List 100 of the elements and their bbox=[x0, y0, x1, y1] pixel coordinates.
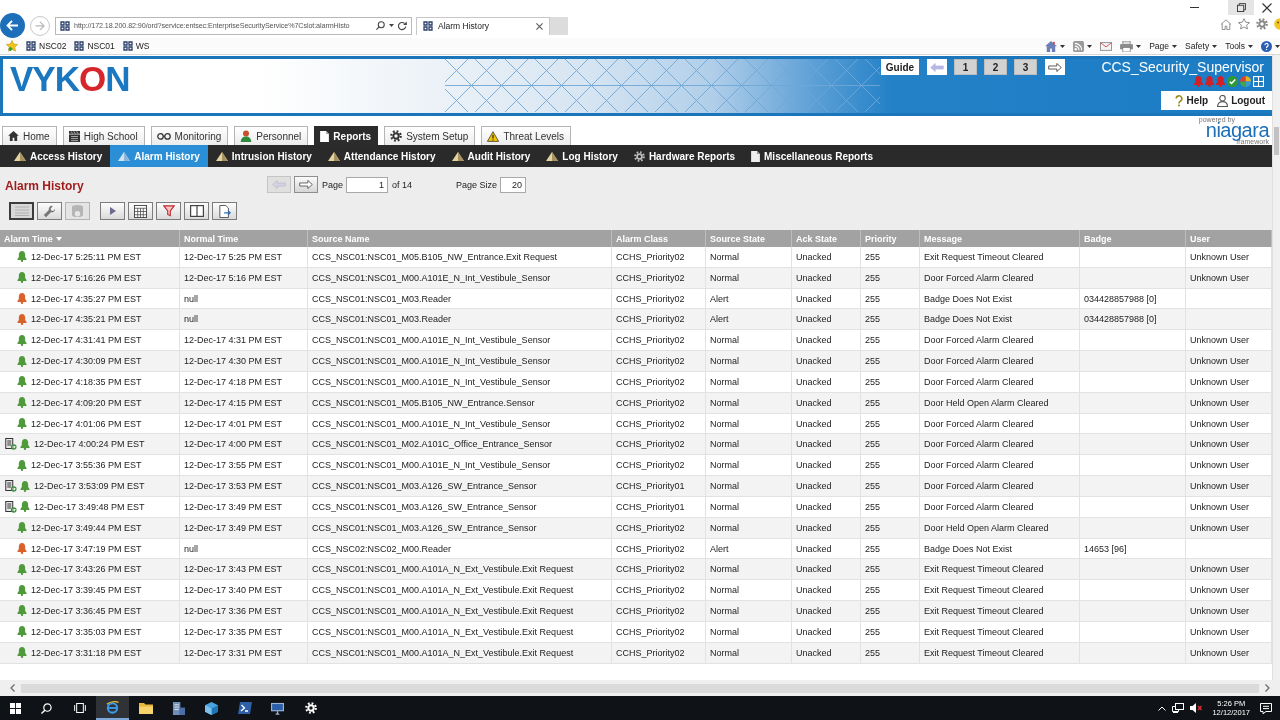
nav-tab[interactable]: Alarm History bbox=[110, 145, 208, 167]
tab[interactable]: System Setup bbox=[384, 126, 476, 145]
feed-menu-button[interactable] bbox=[1073, 40, 1093, 52]
table-cell: 255 bbox=[861, 601, 920, 621]
page-field[interactable]: 1 bbox=[346, 176, 389, 193]
toolbar-button[interactable] bbox=[128, 202, 153, 220]
table-cell: 12-Dec-17 3:43 PM EST bbox=[180, 559, 308, 580]
terminal-icon bbox=[237, 702, 252, 714]
nav-tab[interactable]: Attendance History bbox=[319, 145, 444, 167]
back-button[interactable] bbox=[0, 13, 25, 38]
scrollbar[interactable] bbox=[0, 680, 1280, 696]
toolbar-button[interactable] bbox=[100, 202, 125, 220]
table-cell: 14653 [96] bbox=[1080, 538, 1186, 559]
table-cell: Normal bbox=[706, 621, 792, 642]
table-cell: CCS_NSC01:NSC01_M05.B105_NW_Entrance.Sensor bbox=[308, 392, 612, 413]
nav-tab[interactable]: Log History bbox=[538, 145, 626, 167]
person-icon bbox=[1217, 94, 1229, 107]
help-button[interactable]: Help bbox=[1175, 94, 1209, 107]
tab[interactable]: Reports bbox=[314, 126, 379, 145]
table-cell: CCHS_Priority02 bbox=[612, 413, 706, 434]
tab[interactable]: Threat Levels bbox=[481, 126, 571, 145]
table-cell: CCS_NSC01:NSC01_M00.A101E_N_Int_Vestibule_Sensor bbox=[308, 455, 612, 476]
next-page-button[interactable] bbox=[294, 176, 318, 193]
table-cell: Normal bbox=[706, 496, 792, 517]
tab[interactable]: High School bbox=[62, 126, 145, 145]
screen-number-button[interactable]: 2 bbox=[984, 59, 1007, 75]
clapperboard-icon bbox=[68, 130, 80, 142]
table-cell: 255 bbox=[861, 642, 920, 663]
guide-button[interactable]: Guide bbox=[881, 59, 919, 75]
page-size-field[interactable]: 20 bbox=[500, 176, 527, 193]
search-icon bbox=[41, 702, 52, 714]
tab[interactable]: Monitoring bbox=[150, 126, 229, 145]
nav-tab[interactable]: Audit History bbox=[443, 145, 539, 167]
table-cell: CCHS_Priority02 bbox=[612, 434, 706, 455]
browser-tab[interactable]: Alarm History bbox=[416, 16, 550, 35]
folder-icon bbox=[138, 702, 153, 714]
smiley-icon bbox=[1274, 18, 1280, 30]
table-cell: Normal bbox=[706, 351, 792, 371]
close-icon bbox=[536, 22, 543, 30]
nav-tab[interactable]: Miscellaneous Reports bbox=[743, 145, 881, 167]
table-cell: Normal bbox=[706, 392, 792, 413]
toolbar-button[interactable] bbox=[156, 202, 181, 220]
screen-number-button[interactable]: 3 bbox=[1014, 59, 1037, 75]
cell-text: 12-Dec-17 3:43:26 PM EST bbox=[31, 564, 142, 575]
menu-button[interactable]: Page bbox=[1149, 41, 1178, 51]
favorite-link[interactable]: WS bbox=[122, 41, 150, 51]
table-cell: 12-Dec-17 3:36 PM EST bbox=[180, 601, 308, 621]
toolbar-button[interactable] bbox=[212, 202, 237, 220]
restore-button[interactable] bbox=[1228, 0, 1254, 15]
database-icon bbox=[72, 204, 83, 218]
screen-number-button[interactable]: 1 bbox=[954, 59, 977, 75]
table-cell: Normal bbox=[706, 580, 792, 601]
home-button[interactable] bbox=[1220, 18, 1232, 30]
table-cell: null bbox=[180, 538, 308, 559]
toolbar-button[interactable] bbox=[37, 202, 62, 220]
mail-button[interactable] bbox=[1100, 41, 1113, 51]
toolbar-button[interactable] bbox=[9, 202, 34, 220]
feedback-button[interactable] bbox=[1274, 18, 1280, 30]
table-cell: 034428857988 [0] bbox=[1080, 309, 1186, 330]
table-cell: 12-Dec-17 5:16 PM EST bbox=[180, 267, 308, 288]
nav-tab[interactable]: Access History bbox=[6, 145, 111, 167]
table-cell: CCS_NSC01:NSC01_M03.A126_SW_Entrance_Sensor bbox=[308, 517, 612, 538]
caret-icon bbox=[1212, 44, 1218, 48]
home-menu-button[interactable] bbox=[1045, 40, 1066, 52]
table-cell: Unacked bbox=[792, 621, 861, 642]
nav-tab[interactable]: Intrusion History bbox=[207, 145, 320, 167]
table-cell: 12-Dec-17 4:30 PM EST bbox=[180, 351, 308, 371]
table-cell: CCHS_Priority02 bbox=[612, 455, 706, 476]
cell-text: 12-Dec-17 5:25:11 PM EST bbox=[31, 251, 141, 262]
table-cell: CCS_NSC01:NSC01_M00.A101E_N_Int_Vestibule_Sensor bbox=[308, 351, 612, 371]
help-menu-button[interactable] bbox=[1261, 40, 1280, 52]
table-cell: CCHS_Priority02 bbox=[612, 580, 706, 601]
tab[interactable]: Personnel bbox=[234, 126, 309, 145]
caret-icon bbox=[1087, 44, 1093, 48]
menu-button[interactable]: Tools bbox=[1225, 41, 1253, 51]
tab[interactable]: Home bbox=[2, 126, 57, 145]
table-cell: 255 bbox=[861, 580, 920, 601]
menu-button[interactable]: Safety bbox=[1185, 41, 1218, 51]
table-cell: 034428857988 [0] bbox=[1080, 288, 1186, 309]
nav-tab[interactable]: Hardware Reports bbox=[625, 145, 744, 167]
scrollbar[interactable] bbox=[1272, 55, 1280, 680]
table-cell: Normal bbox=[706, 476, 792, 496]
person-icon bbox=[240, 130, 253, 142]
favorite-link[interactable]: NSC02 bbox=[26, 41, 67, 51]
table-cell: CCHS_Priority02 bbox=[612, 621, 706, 642]
site-icon bbox=[74, 41, 85, 51]
table-cell: 12-Dec-17 3:49 PM EST bbox=[180, 496, 308, 517]
table-cell: Door Forced Alarm Cleared bbox=[920, 413, 1080, 434]
favorite-link[interactable]: NSC01 bbox=[74, 41, 115, 51]
favorites-button[interactable] bbox=[1238, 18, 1250, 30]
table-cell: Unacked bbox=[792, 371, 861, 392]
caret-icon bbox=[1248, 44, 1253, 48]
settings-button[interactable] bbox=[1256, 18, 1268, 30]
table-cell: Unacked bbox=[792, 330, 861, 351]
check-icon bbox=[1227, 75, 1238, 87]
table-cell: 255 bbox=[861, 434, 920, 455]
forward-button[interactable] bbox=[1045, 59, 1065, 75]
print-menu-button[interactable] bbox=[1120, 40, 1142, 52]
toolbar-button[interactable] bbox=[184, 202, 209, 220]
logout-button[interactable]: Logout bbox=[1217, 94, 1265, 107]
